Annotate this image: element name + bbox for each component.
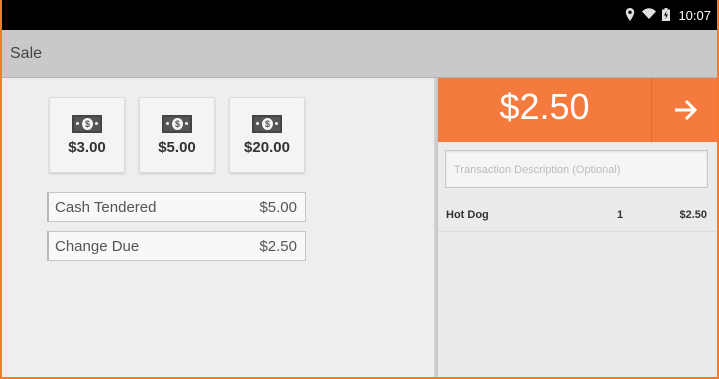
cash-button-label: $20.00 — [244, 138, 290, 156]
app-window: 10:07 Sale $ $3.00 $ $5.00 $ $20.00 Cash… — [0, 0, 719, 379]
cash-bill-icon: $ — [162, 114, 192, 133]
battery-icon — [660, 8, 672, 22]
cash-tendered-value: $5.00 — [259, 198, 297, 216]
location-icon — [624, 8, 636, 22]
cash-button-label: $5.00 — [158, 138, 196, 156]
cash-tendered-field[interactable]: Cash Tendered $5.00 — [47, 192, 306, 222]
item-quantity: 1 — [616, 209, 624, 221]
change-due-value: $2.50 — [259, 237, 297, 255]
cash-button-label: $3.00 — [68, 138, 106, 156]
cash-bill-icon: $ — [252, 114, 282, 133]
cash-bill-icon: $ — [72, 114, 102, 133]
change-due-label: Change Due — [55, 237, 140, 255]
list-item[interactable]: Hot Dog 1 $2.50 — [438, 198, 717, 232]
change-due-field: Change Due $2.50 — [47, 231, 306, 261]
order-panel: $2.50 Transaction Description (Optional)… — [438, 78, 717, 377]
cash-button-5[interactable]: $ $5.00 — [139, 97, 215, 173]
total-bar: $2.50 — [438, 78, 717, 142]
payment-panel: $ $3.00 $ $5.00 $ $20.00 Cash Tendered $… — [2, 78, 436, 377]
cash-button-3[interactable]: $ $3.00 — [49, 97, 125, 173]
arrow-right-icon — [674, 99, 697, 121]
charge-button[interactable] — [652, 78, 717, 142]
transaction-description-input[interactable]: Transaction Description (Optional) — [445, 150, 708, 188]
cash-button-20[interactable]: $ $20.00 — [229, 97, 305, 173]
cash-tendered-label: Cash Tendered — [55, 198, 157, 216]
item-name: Hot Dog — [446, 209, 489, 221]
item-price: $2.50 — [679, 209, 707, 221]
page-title: Sale — [10, 45, 43, 62]
order-total: $2.50 — [499, 86, 590, 127]
wifi-icon — [642, 8, 657, 22]
action-bar: Sale — [2, 30, 717, 78]
status-time: 10:07 — [678, 7, 711, 23]
status-bar: 10:07 — [2, 0, 717, 30]
